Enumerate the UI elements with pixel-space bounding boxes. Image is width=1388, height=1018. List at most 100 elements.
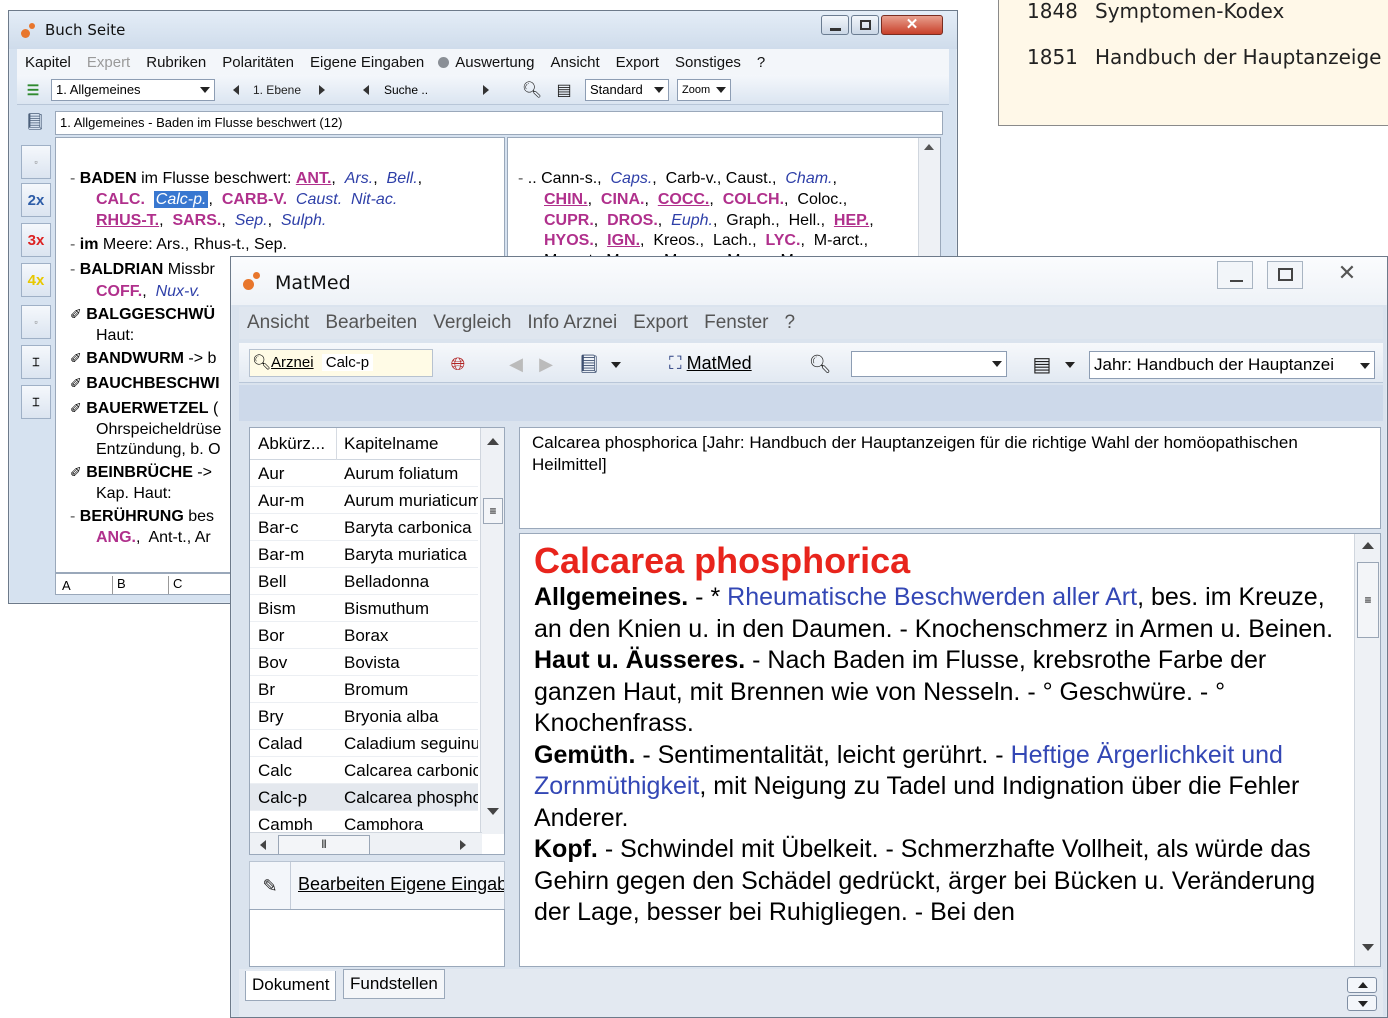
rubric-balggeschwuer[interactable]: ✐ BALGGESCHWÜ — [70, 304, 215, 325]
tab-dokument[interactable]: Dokument — [245, 971, 337, 1001]
remedy[interactable]: CINA. — [601, 191, 645, 208]
year-row[interactable]: 1848 Symptomen-Kodex — [1027, 0, 1284, 23]
remedy[interactable]: M-arct. — [814, 232, 864, 249]
list-item[interactable]: Bell Belladonna — [250, 568, 478, 595]
list-item[interactable]: Calc Calcarea carbonica — [250, 757, 478, 784]
document-scrollbar[interactable]: ≡ — [1354, 534, 1380, 966]
menu-kapitel[interactable]: Kapitel — [17, 54, 79, 71]
filter-all-icon[interactable]: ⌶ — [21, 385, 51, 419]
menu-eigene-eingaben[interactable]: Eigene Eingaben — [302, 54, 432, 71]
close-button[interactable]: ✕ — [1327, 259, 1367, 289]
title-bar[interactable]: MatMed ✕ — [231, 257, 1387, 305]
list-item[interactable]: Bor Borax — [250, 622, 478, 649]
column-kapitelname[interactable]: Kapitelname — [344, 428, 439, 460]
rubric-baden[interactable]: - BADEN im Flusse beschwert: ANT., Ars.,… — [70, 168, 422, 189]
remedy[interactable]: Caps. — [610, 170, 652, 187]
menu-ansicht[interactable]: Ansicht — [239, 312, 317, 334]
search-icon[interactable]: 🔍︎ — [521, 79, 543, 101]
remedy[interactable]: Cham. — [785, 170, 832, 187]
remedy[interactable]: HEP. — [834, 212, 869, 229]
menu-bearbeiten[interactable]: Bearbeiten — [317, 312, 425, 334]
list-scrollbar[interactable]: ≡ — [480, 428, 504, 834]
list-item[interactable]: Bry Bryonia alba — [250, 703, 478, 730]
column-abkuerzung[interactable]: Abkürz... — [258, 428, 325, 460]
menu-export[interactable]: Export — [608, 54, 667, 71]
menu-ansicht[interactable]: Ansicht — [542, 54, 607, 71]
remedy[interactable]: Ars. — [345, 170, 373, 187]
globe-icon[interactable]: 🌐︎ — [445, 351, 471, 377]
scroll-down-button[interactable] — [1347, 995, 1377, 1011]
list-item[interactable]: Br Bromum — [250, 676, 478, 703]
back-icon[interactable]: ◀ — [503, 351, 529, 377]
remedy[interactable]: Nit-ac. — [351, 191, 397, 208]
list-item[interactable]: Calc-p Calcarea phosphorica — [250, 784, 478, 811]
remedy[interactable]: Coloc. — [797, 191, 842, 208]
scroll-up-button[interactable] — [1347, 977, 1377, 993]
remedy[interactable]: LYC. — [765, 232, 800, 249]
menu-rubriken[interactable]: Rubriken — [138, 54, 214, 71]
list-item[interactable]: Bov Bovista — [250, 649, 478, 676]
list-item[interactable]: Camph Camphora — [250, 811, 478, 830]
year-row[interactable]: 1851 Handbuch der Hauptanzeige — [1027, 45, 1381, 69]
list-item[interactable]: Calad Caladium seguinum — [250, 730, 478, 757]
remedy[interactable]: IGN. — [607, 232, 640, 249]
close-button[interactable]: ✕ — [881, 15, 943, 35]
remedy[interactable]: CALC. — [96, 191, 145, 208]
remedy[interactable]: COLCH. — [723, 191, 784, 208]
remedy[interactable]: SARS. — [172, 212, 221, 229]
level-1x-button[interactable]: ▫ — [21, 145, 51, 179]
remedy[interactable]: CARB-V. — [222, 191, 287, 208]
rubric-bauchbeschwerden[interactable]: ✐ BAUCHBESCHWI — [70, 373, 220, 394]
list-item[interactable]: Bism Bismuthum — [250, 595, 478, 622]
edit-own-entries-button[interactable]: Bearbeiten Eigene Eingaben — [298, 874, 504, 895]
document-view[interactable]: Calcarea phosphorica Allgemeines. - * Rh… — [519, 533, 1381, 967]
menu-polaritaeten[interactable]: Polaritäten — [214, 54, 302, 71]
menu-export[interactable]: Export — [625, 312, 696, 334]
scroll-thumb[interactable]: ≡ — [483, 498, 503, 524]
menu-sonstiges[interactable]: Sonstiges — [667, 54, 749, 71]
list-item[interactable]: Bar-m Baryta muriatica — [250, 541, 478, 568]
remedy[interactable]: Bell. — [387, 170, 418, 187]
remedy[interactable]: Carb-v., Caust., — [666, 170, 777, 187]
rubric-bauerwetzel[interactable]: ✐ BAUERWETZEL ( — [70, 398, 218, 419]
remedy[interactable]: DROS. — [607, 212, 658, 229]
rubric-beruehrung[interactable]: - BERÜHRUNG bes — [70, 506, 214, 527]
remedy[interactable]: CUPR. — [544, 212, 594, 229]
minimize-button[interactable] — [1217, 261, 1253, 289]
remedy[interactable]: Graph. — [726, 212, 775, 229]
edit-icon[interactable]: ✎ — [256, 872, 284, 900]
remedy[interactable]: Ant-t., Ar — [148, 529, 210, 546]
rubric-beinbrueche[interactable]: ✐ BEINBRÜCHE -> — [70, 462, 212, 483]
book-icon[interactable]: 📘︎ — [23, 111, 47, 133]
remedy[interactable]: RHUS-T. — [96, 212, 159, 229]
prev-level-button[interactable] — [227, 80, 245, 100]
next-search-button[interactable] — [477, 80, 495, 100]
menu-expert[interactable]: Expert — [79, 54, 138, 71]
tab-a[interactable]: A — [62, 578, 71, 593]
remedy[interactable]: COCC. — [658, 191, 710, 208]
next-level-button[interactable] — [313, 80, 331, 100]
arznei-field[interactable]: 🔍︎Arznei Calc-p — [249, 349, 433, 377]
remedy[interactable]: Lach. — [713, 232, 752, 249]
remedy[interactable]: ANG. — [96, 529, 136, 546]
search-icon[interactable]: 🔍︎ — [807, 351, 833, 377]
view-combo[interactable]: Standard — [585, 79, 669, 101]
minimize-button[interactable] — [821, 15, 849, 35]
list-hscrollbar[interactable]: ⦀ — [250, 832, 482, 854]
year-combo[interactable]: Jahr: Handbuch der Hauptanzei — [1089, 351, 1375, 379]
dropdown-button[interactable] — [609, 355, 623, 375]
scrollbar[interactable] — [918, 138, 940, 260]
rubric-im-meere[interactable]: - im Meere: Ars., Rhus-t., Sep. — [70, 234, 287, 255]
rubric-baldrian[interactable]: - BALDRIAN Missbr — [70, 259, 215, 280]
remedy[interactable]: Kreos. — [653, 232, 699, 249]
document-icon[interactable]: ▤ — [553, 79, 575, 101]
search-combo[interactable] — [851, 351, 1007, 377]
maximize-button[interactable] — [851, 15, 879, 35]
list-item[interactable]: Aur-m Aurum muriaticum — [250, 487, 478, 514]
list-item[interactable]: Bar-c Baryta carbonica — [250, 514, 478, 541]
remedy[interactable]: ANT. — [296, 170, 332, 187]
dropdown-button[interactable] — [1063, 355, 1077, 375]
remedy[interactable]: Sep. — [235, 212, 268, 229]
remedy[interactable]: Euph. — [671, 212, 713, 229]
level-4x-button[interactable]: 4x — [21, 263, 51, 297]
